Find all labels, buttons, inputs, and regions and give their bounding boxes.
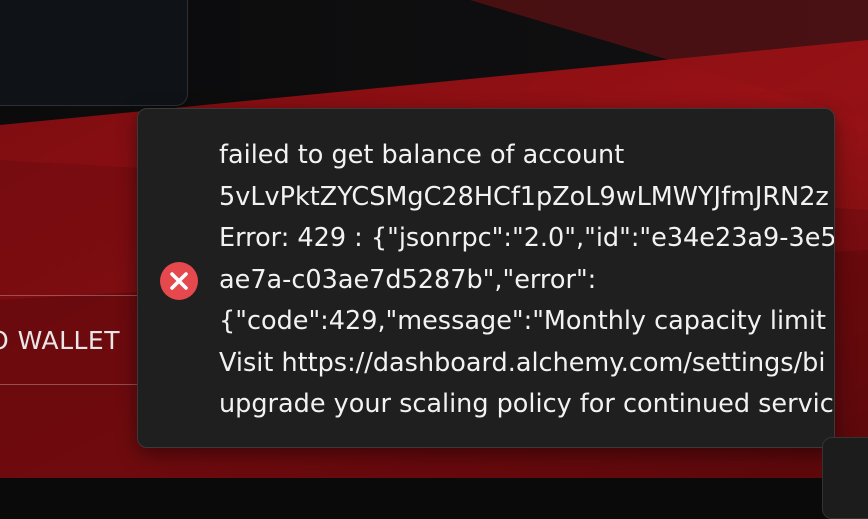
- error-message: failed to get balance of account 5vLvPkt…: [219, 135, 835, 426]
- error-line: {"code":429,"message":"Monthly capacity …: [219, 306, 835, 336]
- error-line: failed to get balance of account: [219, 140, 625, 170]
- to-wallet-button[interactable]: TO WALLET: [0, 296, 126, 384]
- close-circle-icon[interactable]: [159, 261, 199, 301]
- error-line: upgrade your scaling policy for continue…: [219, 389, 835, 419]
- error-line: Visit https://dashboard.alchemy.com/sett…: [219, 347, 826, 378]
- error-line: ae7a-c03ae7d5287b","error":: [219, 264, 597, 295]
- error-line: 5vLvPktZYCSMgC28HCf1pZoL9wLMWYJfmJRN2z: [219, 181, 829, 212]
- error-line: Error: 429 : {"jsonrpc":"2.0","id":"e34e…: [219, 223, 835, 253]
- account-card: [0, 0, 188, 106]
- error-toast: failed to get balance of account 5vLvPkt…: [137, 108, 835, 448]
- divider: [0, 384, 140, 385]
- corner-card: [822, 437, 868, 519]
